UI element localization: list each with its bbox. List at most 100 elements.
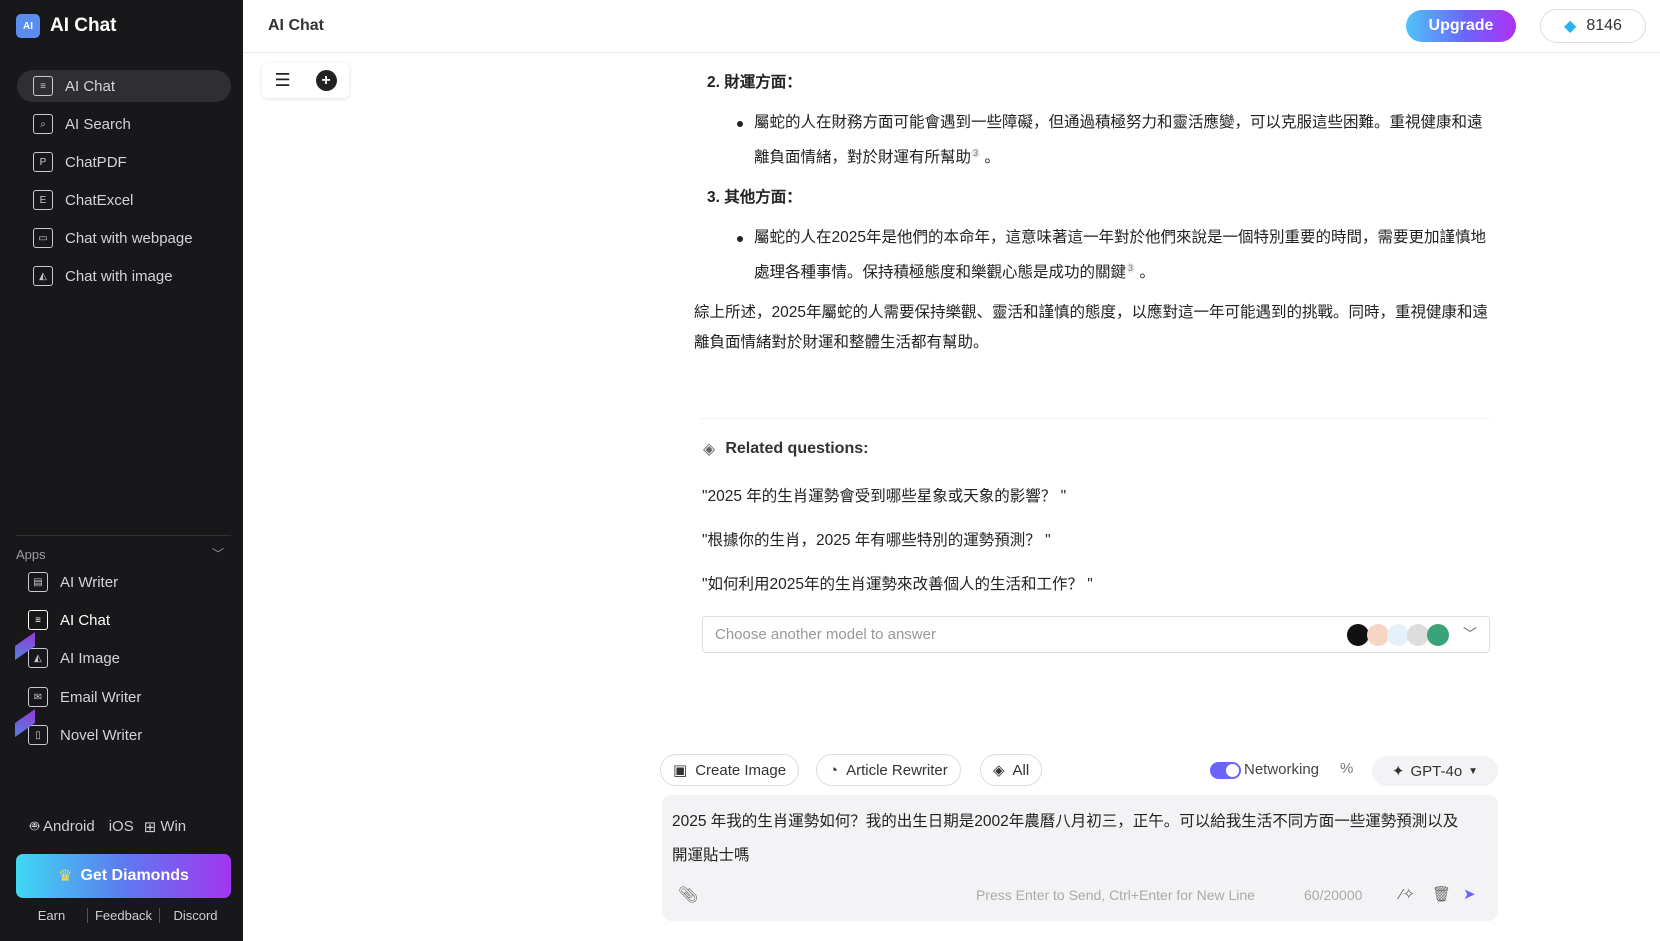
model-select[interactable]: Choose another model to answer ﹀ <box>702 616 1490 653</box>
sidebar-item-label: AI Search <box>65 115 131 133</box>
answer-content: 2. 財運方面： 屬蛇的人在財務方面可能會遇到一些障礙，但通過積極努力和靈活應變… <box>694 68 1488 358</box>
chat-icon: ≡ <box>33 76 53 96</box>
networking-toggle[interactable] <box>1210 762 1241 779</box>
app-email-writer[interactable]: ✉ Email Writer <box>28 682 141 712</box>
crown-icon: ♛ <box>58 868 73 885</box>
pdf-icon: P <box>33 152 53 172</box>
model-icons <box>1347 624 1449 646</box>
app-ai-image[interactable]: ◭ AI Image <box>15 631 121 673</box>
footer-links: Earn Feedback Discord <box>16 908 231 923</box>
chat-input[interactable]: 2025 年我的生肖運勢如何？我的出生日期是2002年農曆八月初三，正午。可以給… <box>662 795 1498 921</box>
get-diamonds-label: Get Diamonds <box>80 867 189 884</box>
chevron-down-icon[interactable]: ﹀ <box>1463 624 1477 644</box>
android-label: Android <box>43 818 95 835</box>
sidebar: AI AI Chat ≡ AI Chat ⌕ AI Search P ChatPDF … <box>0 0 243 941</box>
chevron-down-icon[interactable]: ﹀ <box>212 545 224 562</box>
app-label: Email Writer <box>60 688 142 706</box>
networking-label: Networking <box>1244 761 1320 778</box>
get-diamonds-button[interactable]: ♛ Get Diamonds <box>16 854 231 898</box>
section-heading: 2. 財運方面： <box>707 74 802 91</box>
chat-input-text[interactable]: 2025 年我的生肖運勢如何？我的出生日期是2002年農曆八月初三，正午。可以給… <box>672 805 1472 873</box>
sidebar-item-label: Chat with webpage <box>65 229 193 247</box>
create-image-button[interactable]: ▣ Create Image <box>660 754 800 786</box>
all-tools-button[interactable]: ◈ All <box>980 754 1043 786</box>
sidebar-item-chatexcel[interactable]: E ChatExcel <box>17 184 231 216</box>
sidebar-item-chat-webpage[interactable]: ▭ Chat with webpage <box>17 222 231 254</box>
all-label: All <box>1012 761 1030 779</box>
ios-label: iOS <box>108 818 134 835</box>
platform-links: 🤖︎ Android iOS ⊞ Win <box>30 816 186 837</box>
webpage-icon: ▭ <box>33 228 53 248</box>
sidebar-item-ai-search[interactable]: ⌕ AI Search <box>17 108 231 140</box>
answer-summary: 綜上所述，2025年屬蛇的人需要保持樂觀、靈活和謹慎的態度，以應對這一年可能遇到… <box>694 304 1488 352</box>
app-ai-writer[interactable]: ▤ AI Writer <box>28 567 118 597</box>
gemini-icon <box>1387 624 1409 646</box>
header: AI Chat Upgrade ◆ 8146 <box>243 0 1660 53</box>
char-count: 60/20000 <box>1304 887 1363 903</box>
app-label: Novel Writer <box>60 726 143 744</box>
openai-icon <box>1347 624 1369 646</box>
email-icon: ✉ <box>28 687 48 707</box>
trash-icon[interactable]: 🗑︎ <box>1432 885 1451 903</box>
openai-icon <box>1407 624 1429 646</box>
new-chat-button[interactable]: + <box>315 70 337 91</box>
image-icon: ▣ <box>673 762 688 779</box>
percent-icon[interactable]: % <box>1340 760 1353 777</box>
discord-link[interactable]: Discord <box>159 908 231 923</box>
model-selector[interactable]: ✦ GPT-4o ▼ <box>1372 756 1498 786</box>
citation[interactable]: 3 <box>1126 263 1136 274</box>
logo-icon: AI <box>16 14 40 38</box>
app-label: AI Image <box>60 649 121 667</box>
sidebar-item-chatpdf[interactable]: P ChatPDF <box>17 146 231 178</box>
windows-icon: ⊞ <box>143 818 157 836</box>
diamond-icon: ◆ <box>1564 18 1577 35</box>
diamond-balance[interactable]: ◆ 8146 <box>1540 9 1646 43</box>
divider <box>700 418 1490 419</box>
caret-down-icon: ▼ <box>1468 765 1479 777</box>
chatgpt-icon <box>1427 624 1449 646</box>
app-ai-chat[interactable]: ≡ AI Chat <box>28 605 110 635</box>
model-icon: ✦ <box>1391 763 1405 780</box>
search-icon: ⌕ <box>33 114 53 134</box>
windows-link[interactable]: ⊞ Win <box>144 818 186 836</box>
history-list-icon[interactable]: ☰ <box>274 70 290 91</box>
section-heading: 3. 其他方面： <box>707 189 802 207</box>
apps-label: Apps <box>16 547 46 562</box>
claude-icon <box>1367 624 1389 646</box>
feedback-link[interactable]: Feedback <box>87 908 159 923</box>
answer-bullet: 屬蛇的人在2025年是他們的本命年，這意味著這一年對於他們來說是一個特別重要的時… <box>737 223 1488 288</box>
sidebar-item-label: Chat with image <box>65 267 173 285</box>
related-question[interactable]: "根據你的生肖，2025 年有哪些特別的運勢預測？ " <box>702 528 1051 550</box>
article-rewriter-button[interactable]: ◔ Article Rewriter <box>816 754 961 786</box>
model-select-placeholder: Choose another model to answer <box>715 626 936 643</box>
earn-link[interactable]: Earn <box>16 908 87 923</box>
sidebar-item-chat-image[interactable]: ◭ Chat with image <box>17 260 231 292</box>
app-novel-writer[interactable]: ▯ Novel Writer <box>15 708 143 750</box>
attachment-icon[interactable]: 📎︎ <box>678 885 698 905</box>
writer-icon: ▤ <box>28 572 48 592</box>
article-rewriter-label: Article Rewriter <box>846 761 948 779</box>
related-title: Related questions: <box>725 440 869 457</box>
app-label: AI Chat <box>60 611 111 629</box>
novel-icon: ▯ <box>28 725 48 745</box>
ios-link[interactable]: iOS <box>105 818 134 835</box>
chat-icon: ≡ <box>28 610 48 630</box>
citation[interactable]: 3 <box>971 148 981 158</box>
related-question[interactable]: "2025 年的生肖運勢會受到哪些星象或天象的影響？ " <box>702 484 1066 506</box>
related-question[interactable]: "如何利用2025年的生肖運勢來改善個人的生活和工作？ " <box>702 572 1093 594</box>
sidebar-item-ai-chat[interactable]: ≡ AI Chat <box>17 70 231 102</box>
divider <box>16 535 231 536</box>
android-link[interactable]: 🤖︎ Android <box>30 816 95 837</box>
create-image-label: Create Image <box>695 761 787 779</box>
brand-name: AI Chat <box>50 15 117 36</box>
brand[interactable]: AI AI Chat <box>16 14 117 38</box>
sidebar-item-label: AI Chat <box>65 77 116 95</box>
answer-bullet: 屬蛇的人在財務方面可能會遇到一些障礙，但通過積極努力和靈活應變，可以克服這些困難… <box>737 108 1488 173</box>
layers-icon: ◈ <box>703 441 716 458</box>
magic-wand-icon[interactable]: ⁄✧ <box>1400 885 1415 903</box>
upgrade-button[interactable]: Upgrade <box>1406 10 1516 42</box>
sidebar-item-label: ChatPDF <box>65 153 127 171</box>
send-icon[interactable]: ➤ <box>1463 885 1476 903</box>
app-label: AI Writer <box>60 573 119 591</box>
android-icon: 🤖︎ <box>30 818 40 835</box>
